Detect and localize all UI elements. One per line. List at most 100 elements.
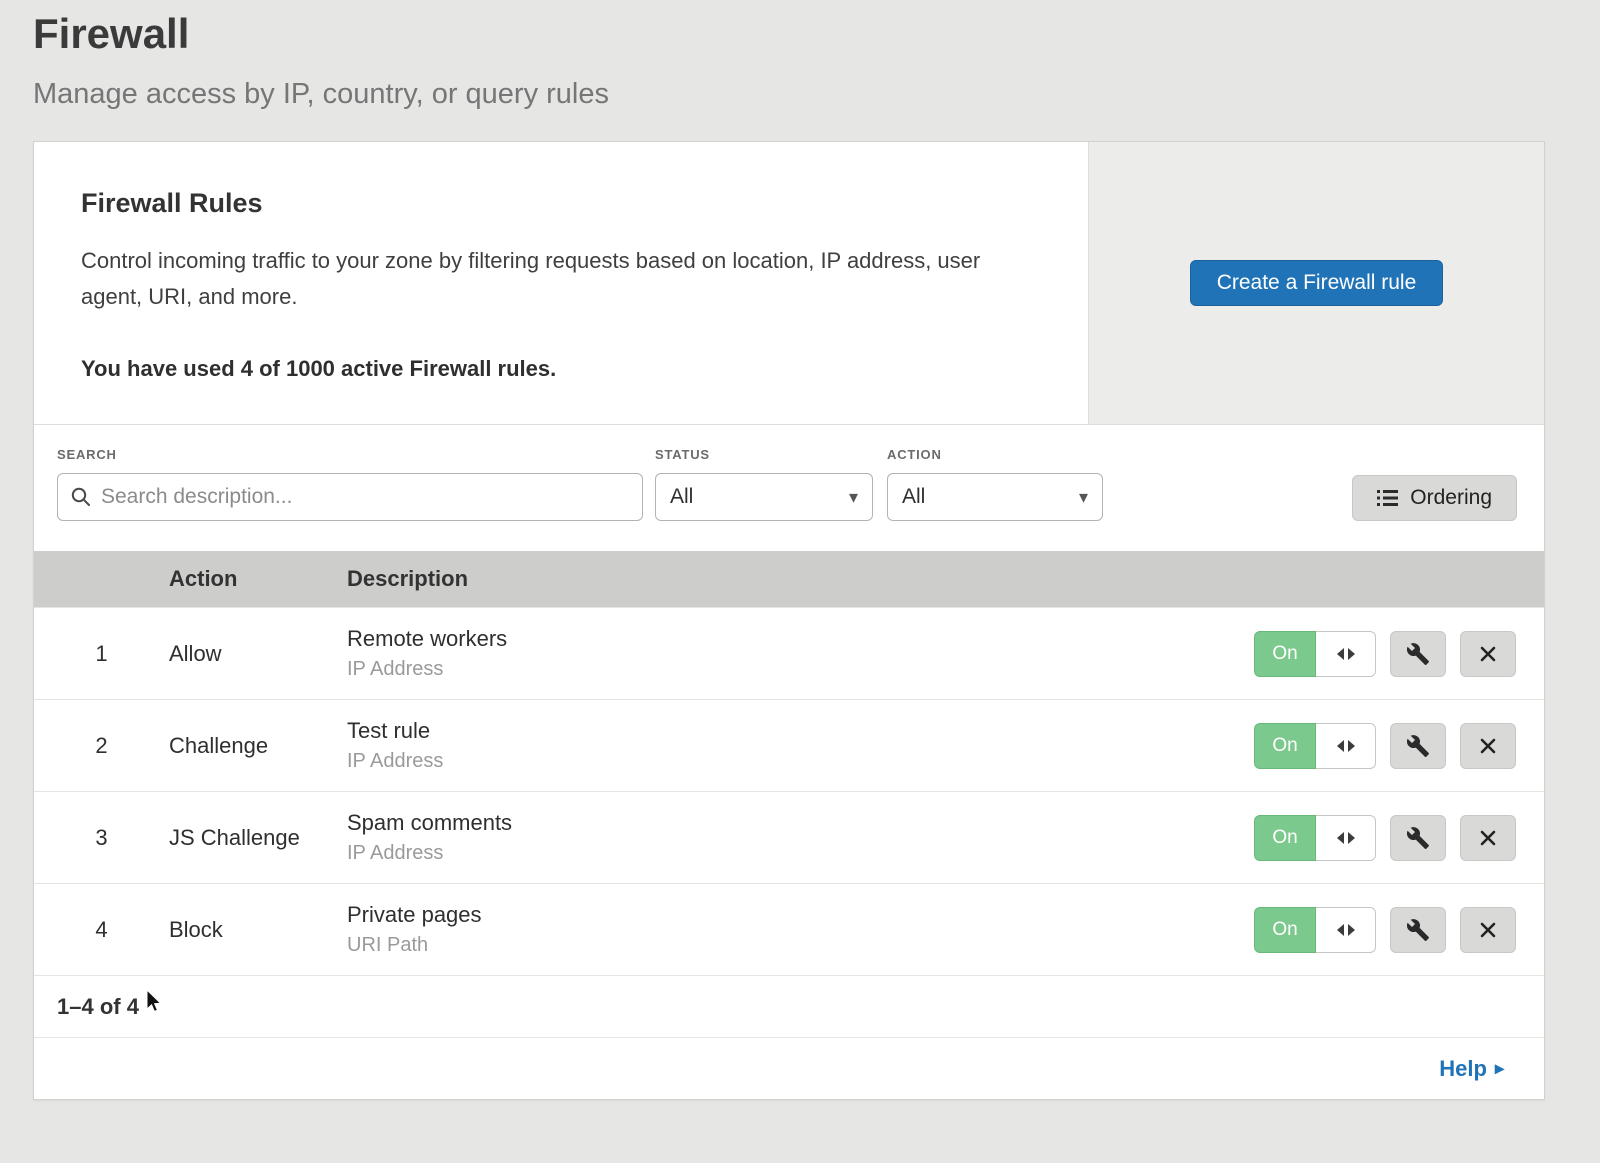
firewall-rules-card: Firewall Rules Control incoming traffic … bbox=[33, 141, 1545, 1100]
edit-rule-button[interactable] bbox=[1390, 815, 1446, 861]
status-selected-value: All bbox=[670, 485, 693, 509]
action-select[interactable]: All ▾ bbox=[887, 473, 1103, 521]
status-select[interactable]: All ▾ bbox=[655, 473, 873, 521]
rule-toggle-group: On bbox=[1254, 815, 1376, 861]
arrow-right-icon bbox=[1348, 832, 1355, 844]
status-label: STATUS bbox=[655, 447, 887, 462]
close-icon bbox=[1476, 734, 1500, 758]
close-icon bbox=[1476, 642, 1500, 666]
rule-toggle-group: On bbox=[1254, 907, 1376, 953]
rule-description-cell: Remote workers IP Address bbox=[347, 626, 1254, 681]
help-link-label: Help bbox=[1439, 1056, 1487, 1082]
header-description-column: Description bbox=[347, 566, 1544, 592]
edit-rule-button[interactable] bbox=[1390, 723, 1446, 769]
page-subtitle: Manage access by IP, country, or query r… bbox=[33, 78, 1600, 111]
ordering-list-icon bbox=[1377, 488, 1399, 508]
wrench-icon bbox=[1406, 826, 1430, 850]
arrow-right-icon bbox=[1348, 648, 1355, 660]
toggle-drag-handle[interactable] bbox=[1316, 723, 1376, 769]
table-row: 1 Allow Remote workers IP Address On bbox=[34, 607, 1544, 699]
rule-description: Remote workers bbox=[347, 626, 1254, 652]
rule-description-cell: Test rule IP Address bbox=[347, 718, 1254, 773]
rule-number: 4 bbox=[34, 917, 169, 943]
create-firewall-rule-button[interactable]: Create a Firewall rule bbox=[1190, 260, 1444, 306]
action-selected-value: All bbox=[902, 485, 925, 509]
toggle-drag-handle[interactable] bbox=[1316, 631, 1376, 677]
arrow-right-icon bbox=[1348, 924, 1355, 936]
arrow-left-icon bbox=[1337, 648, 1344, 660]
rule-description: Private pages bbox=[347, 902, 1254, 928]
edit-rule-button[interactable] bbox=[1390, 907, 1446, 953]
search-filter: SEARCH bbox=[57, 447, 655, 521]
status-filter: STATUS All ▾ bbox=[655, 447, 887, 521]
card-intro: Firewall Rules Control incoming traffic … bbox=[34, 142, 1088, 424]
rule-number: 3 bbox=[34, 825, 169, 851]
arrow-left-icon bbox=[1337, 832, 1344, 844]
delete-rule-button[interactable] bbox=[1460, 815, 1516, 861]
card-action-panel: Create a Firewall rule bbox=[1088, 142, 1544, 424]
close-icon bbox=[1476, 918, 1500, 942]
pagination-summary: 1–4 of 4 bbox=[34, 975, 1544, 1037]
close-icon bbox=[1476, 826, 1500, 850]
rule-match-type: IP Address bbox=[347, 658, 1254, 681]
rule-toggle-group: On bbox=[1254, 723, 1376, 769]
rule-match-type: IP Address bbox=[347, 842, 1254, 865]
wrench-icon bbox=[1406, 734, 1430, 758]
search-label: SEARCH bbox=[57, 447, 655, 462]
rule-controls: On bbox=[1254, 815, 1544, 861]
rule-action: JS Challenge bbox=[169, 825, 347, 851]
card-description: Control incoming traffic to your zone by… bbox=[81, 243, 1026, 314]
rule-description-cell: Private pages URI Path bbox=[347, 902, 1254, 957]
toggle-drag-handle[interactable] bbox=[1316, 815, 1376, 861]
rule-enabled-toggle[interactable]: On bbox=[1254, 631, 1316, 677]
table-row: 3 JS Challenge Spam comments IP Address … bbox=[34, 791, 1544, 883]
rule-enabled-toggle[interactable]: On bbox=[1254, 907, 1316, 953]
chevron-down-icon: ▾ bbox=[849, 487, 858, 508]
rule-number: 1 bbox=[34, 641, 169, 667]
rule-description-cell: Spam comments IP Address bbox=[347, 810, 1254, 865]
delete-rule-button[interactable] bbox=[1460, 631, 1516, 677]
arrow-left-icon bbox=[1337, 924, 1344, 936]
rule-description: Spam comments bbox=[347, 810, 1254, 836]
wrench-icon bbox=[1406, 642, 1430, 666]
table-header: Action Description bbox=[34, 551, 1544, 607]
card-heading: Firewall Rules bbox=[81, 188, 1048, 219]
table-row: 2 Challenge Test rule IP Address On bbox=[34, 699, 1544, 791]
ordering-button[interactable]: Ordering bbox=[1352, 475, 1517, 521]
rule-controls: On bbox=[1254, 723, 1544, 769]
search-box bbox=[57, 473, 643, 521]
search-input[interactable] bbox=[101, 485, 630, 509]
arrow-right-icon bbox=[1348, 740, 1355, 752]
rule-action: Allow bbox=[169, 641, 347, 667]
table-row: 4 Block Private pages URI Path On bbox=[34, 883, 1544, 975]
edit-rule-button[interactable] bbox=[1390, 631, 1446, 677]
wrench-icon bbox=[1406, 918, 1430, 942]
header-action-column: Action bbox=[169, 566, 347, 592]
toggle-drag-handle[interactable] bbox=[1316, 907, 1376, 953]
page-title: Firewall bbox=[33, 10, 1600, 58]
rule-match-type: IP Address bbox=[347, 750, 1254, 773]
delete-rule-button[interactable] bbox=[1460, 723, 1516, 769]
chevron-down-icon: ▾ bbox=[1079, 487, 1088, 508]
ordering-button-label: Ordering bbox=[1410, 486, 1492, 510]
help-link[interactable]: Help ▸ bbox=[1439, 1056, 1504, 1082]
rule-controls: On bbox=[1254, 907, 1544, 953]
search-icon bbox=[70, 486, 92, 508]
help-bar: Help ▸ bbox=[34, 1037, 1544, 1099]
card-top-section: Firewall Rules Control incoming traffic … bbox=[34, 142, 1544, 424]
rule-number: 2 bbox=[34, 733, 169, 759]
rule-action: Challenge bbox=[169, 733, 347, 759]
rule-controls: On bbox=[1254, 631, 1544, 677]
filter-bar: SEARCH STATUS All ▾ ACTION bbox=[34, 424, 1544, 551]
rule-enabled-toggle[interactable]: On bbox=[1254, 815, 1316, 861]
arrow-left-icon bbox=[1337, 740, 1344, 752]
rule-description: Test rule bbox=[347, 718, 1254, 744]
rules-usage-text: You have used 4 of 1000 active Firewall … bbox=[81, 356, 1048, 382]
rule-action: Block bbox=[169, 917, 347, 943]
delete-rule-button[interactable] bbox=[1460, 907, 1516, 953]
arrow-right-icon: ▸ bbox=[1495, 1058, 1504, 1079]
firewall-page: Firewall Manage access by IP, country, o… bbox=[0, 10, 1600, 1163]
rule-match-type: URI Path bbox=[347, 934, 1254, 957]
action-filter: ACTION All ▾ bbox=[887, 447, 1103, 521]
rule-enabled-toggle[interactable]: On bbox=[1254, 723, 1316, 769]
